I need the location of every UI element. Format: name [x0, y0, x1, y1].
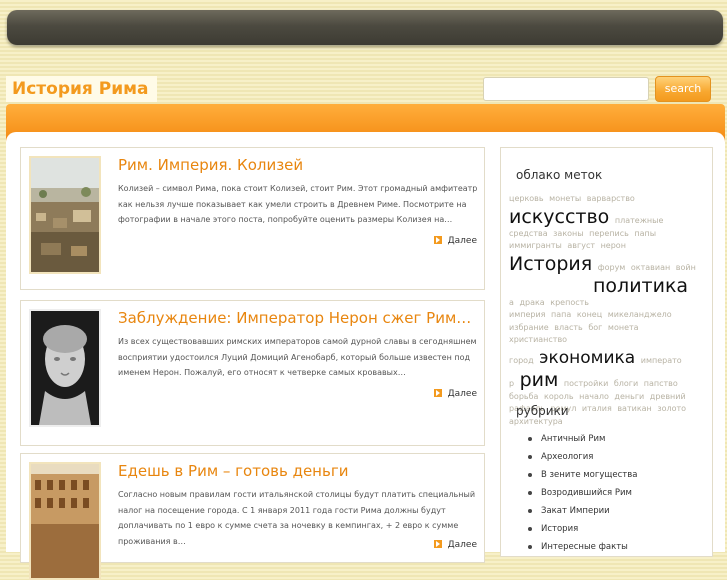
- tag-link[interactable]: форум: [598, 263, 626, 272]
- tag-link[interactable]: август: [567, 241, 595, 250]
- tag-link[interactable]: христианство: [509, 335, 567, 344]
- tag-link[interactable]: средства: [509, 229, 548, 238]
- categories-list: Античный Рим Археология В зените могущес…: [519, 430, 637, 556]
- tag-link[interactable]: бог: [588, 323, 602, 332]
- tag-link[interactable]: рим: [520, 369, 559, 391]
- tag-link[interactable]: нерон: [601, 241, 626, 250]
- tag-link[interactable]: папы: [634, 229, 656, 238]
- tag-link[interactable]: императо: [641, 356, 682, 365]
- tag-cloud: церковь монеты варварство искусство плат…: [509, 193, 705, 428]
- post-excerpt: Согласно новым правилам гости итальянско…: [118, 490, 476, 546]
- search-input[interactable]: [483, 77, 649, 101]
- post-excerpt: Колизей – символ Рима, пока стоит Колизе…: [118, 184, 478, 224]
- tag-link[interactable]: р: [509, 379, 514, 388]
- category-link[interactable]: Интересные факты: [519, 538, 637, 556]
- read-more-label: Далее: [447, 236, 477, 246]
- tag-link[interactable]: конец: [577, 310, 602, 319]
- category-link[interactable]: Археология: [519, 448, 637, 466]
- post-excerpt: Из всех существовавших римских император…: [118, 337, 477, 377]
- tag-link[interactable]: монета: [608, 323, 639, 332]
- post-title-link[interactable]: Рим. Империя. Колизей: [118, 156, 303, 174]
- top-navigation-bar: [7, 10, 723, 45]
- read-more-label: Далее: [447, 540, 477, 550]
- tag-link[interactable]: платежные: [615, 216, 664, 225]
- tag-link[interactable]: блоги: [614, 379, 638, 388]
- read-more-label: Далее: [447, 389, 477, 399]
- tag-link[interactable]: деньги: [614, 392, 644, 401]
- tag-link[interactable]: История: [509, 253, 592, 275]
- post-thumbnail-colosseum-view[interactable]: [29, 156, 101, 274]
- tag-link[interactable]: папа: [551, 310, 571, 319]
- tag-link[interactable]: законы: [553, 229, 583, 238]
- arrow-right-icon: [433, 389, 442, 397]
- post-card: Рим. Империя. Колизей Колизей – символ Р…: [20, 147, 485, 290]
- tag-link[interactable]: церковь: [509, 194, 544, 203]
- read-more-link[interactable]: Далее: [433, 389, 477, 399]
- categories-heading: рубрики: [516, 404, 569, 418]
- site-title[interactable]: История Рима: [6, 76, 157, 102]
- tag-link[interactable]: избрание: [509, 323, 549, 332]
- tag-link[interactable]: папство: [644, 379, 678, 388]
- tag-link[interactable]: власть: [554, 323, 583, 332]
- category-link[interactable]: В зените могущества: [519, 466, 637, 484]
- category-link[interactable]: История: [519, 520, 637, 538]
- tag-link[interactable]: золото: [657, 404, 686, 413]
- post-card: Едешь в Рим – готовь деньги Согласно нов…: [20, 453, 485, 580]
- tag-link[interactable]: а: [509, 298, 514, 307]
- sidebar: облако меток церковь монеты варварство и…: [500, 147, 713, 557]
- tag-link[interactable]: октавиан: [631, 263, 670, 272]
- tag-link[interactable]: начало: [579, 392, 609, 401]
- category-link[interactable]: Закат Империи: [519, 502, 637, 520]
- tag-link[interactable]: монеты: [549, 194, 581, 203]
- tag-link[interactable]: империя: [509, 310, 545, 319]
- arrow-right-icon: [433, 236, 442, 244]
- arrow-right-icon: [433, 540, 442, 548]
- tag-link[interactable]: варварство: [587, 194, 635, 203]
- tag-link[interactable]: древний: [650, 392, 686, 401]
- tag-cloud-heading: облако меток: [516, 168, 603, 182]
- post-card: Заблуждение: Император Нерон сжег Рим… И…: [20, 300, 485, 446]
- search-button[interactable]: search: [655, 76, 711, 102]
- tag-link[interactable]: иммигранты: [509, 241, 562, 250]
- post-title-link[interactable]: Едешь в Рим – готовь деньги: [118, 462, 348, 480]
- tag-link[interactable]: италия: [582, 404, 612, 413]
- read-more-link[interactable]: Далее: [433, 540, 477, 550]
- tag-link[interactable]: борьба: [509, 392, 538, 401]
- post-thumbnail-colosseum-interior[interactable]: [29, 462, 101, 580]
- tag-link[interactable]: драка: [519, 298, 544, 307]
- tag-link[interactable]: постройки: [564, 379, 608, 388]
- tag-link[interactable]: город: [509, 356, 534, 365]
- tag-link[interactable]: политика: [593, 275, 688, 297]
- tag-link[interactable]: король: [544, 392, 574, 401]
- category-link[interactable]: Античный Рим: [519, 430, 637, 448]
- tag-link[interactable]: экономика: [539, 348, 635, 368]
- tag-link[interactable]: ватикан: [617, 404, 651, 413]
- post-title-link[interactable]: Заблуждение: Император Нерон сжег Рим…: [118, 309, 471, 327]
- post-thumbnail-nero-bust[interactable]: [29, 309, 101, 427]
- category-link[interactable]: Возродившийся Рим: [519, 484, 637, 502]
- tag-link[interactable]: крепость: [550, 298, 589, 307]
- tag-link[interactable]: войн: [676, 263, 696, 272]
- tag-link[interactable]: искусство: [509, 206, 609, 228]
- tag-link[interactable]: микеланджело: [608, 310, 672, 319]
- tag-link[interactable]: перепись: [589, 229, 629, 238]
- read-more-link[interactable]: Далее: [433, 236, 477, 246]
